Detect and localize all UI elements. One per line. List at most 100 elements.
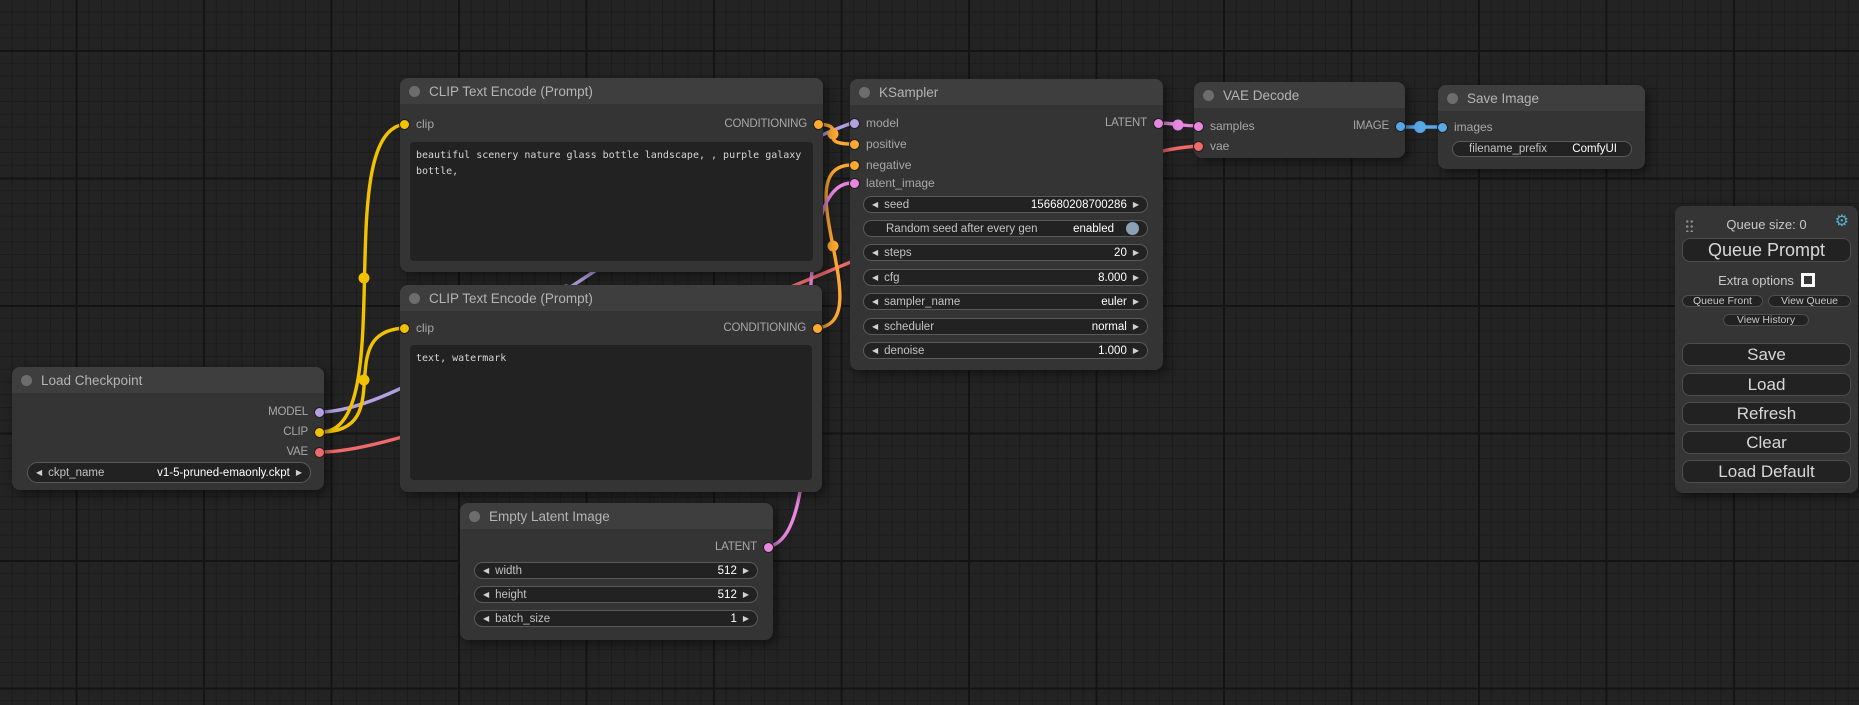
input-port-latent-image[interactable]	[849, 178, 860, 189]
collapse-dot-icon[interactable]	[469, 511, 480, 522]
increment-arrow-icon[interactable]: ▶	[743, 591, 749, 599]
load-default-button[interactable]: Load Default	[1682, 460, 1851, 483]
width-widget[interactable]: ◀ width 512 ▶	[474, 562, 758, 579]
node-vae-decode[interactable]: VAE Decode samples vae IMAGE	[1194, 82, 1405, 158]
input-port-vae[interactable]	[1193, 141, 1204, 152]
node-title: Load Checkpoint	[41, 373, 142, 388]
widget-value: normal	[1092, 321, 1127, 333]
output-port-conditioning[interactable]	[812, 323, 823, 334]
decrement-arrow-icon[interactable]: ◀	[483, 567, 489, 575]
widget-value: ComfyUI	[1572, 143, 1617, 155]
collapse-dot-icon[interactable]	[1447, 93, 1458, 104]
decrement-arrow-icon[interactable]: ◀	[872, 323, 878, 331]
node-load-checkpoint[interactable]: Load Checkpoint MODEL CLIP VAE ◀ ckpt_na…	[12, 367, 324, 490]
increment-arrow-icon[interactable]: ▶	[1133, 249, 1139, 257]
output-port-latent[interactable]	[1153, 118, 1164, 129]
collapse-dot-icon[interactable]	[859, 87, 870, 98]
scheduler-widget[interactable]: ◀ scheduler normal ▶	[863, 318, 1148, 335]
widget-value: 512	[718, 589, 737, 601]
collapse-dot-icon[interactable]	[409, 86, 420, 97]
widget-label: Random seed after every gen	[886, 223, 1038, 235]
input-port-model[interactable]	[849, 118, 860, 129]
node-title-bar[interactable]: Empty Latent Image	[460, 503, 773, 529]
steps-widget[interactable]: ◀ steps 20 ▶	[863, 244, 1148, 261]
widget-label: filename_prefix	[1469, 143, 1547, 155]
widget-label: ckpt_name	[48, 467, 104, 479]
load-button[interactable]: Load	[1682, 373, 1851, 396]
queue-front-button[interactable]: Queue Front	[1682, 295, 1763, 307]
decrement-arrow-icon[interactable]: ◀	[36, 469, 42, 477]
ckpt-name-widget[interactable]: ◀ ckpt_name v1-5-pruned-emaonly.ckpt ▶	[27, 462, 311, 483]
collapse-dot-icon[interactable]	[21, 375, 32, 386]
decrement-arrow-icon[interactable]: ◀	[483, 615, 489, 623]
queue-prompt-button[interactable]: Queue Prompt	[1682, 238, 1851, 262]
node-title-bar[interactable]: VAE Decode	[1194, 82, 1405, 108]
node-empty-latent-image[interactable]: Empty Latent Image LATENT ◀ width 512 ▶ …	[460, 503, 773, 640]
increment-arrow-icon[interactable]: ▶	[1133, 298, 1139, 306]
denoise-widget[interactable]: ◀ denoise 1.000 ▶	[863, 342, 1148, 359]
gear-icon[interactable]: ⚙	[1835, 214, 1849, 230]
node-title-bar[interactable]: Save Image	[1438, 85, 1645, 111]
increment-arrow-icon[interactable]: ▶	[1133, 201, 1139, 209]
sampler-name-widget[interactable]: ◀ sampler_name euler ▶	[863, 293, 1148, 310]
prompt-textarea[interactable]: text, watermark	[410, 345, 812, 480]
decrement-arrow-icon[interactable]: ◀	[483, 591, 489, 599]
height-widget[interactable]: ◀ height 512 ▶	[474, 586, 758, 603]
output-port-model[interactable]	[314, 407, 325, 418]
input-port-clip[interactable]	[399, 119, 410, 130]
prompt-textarea[interactable]: beautiful scenery nature glass bottle la…	[410, 142, 813, 261]
decrement-arrow-icon[interactable]: ◀	[872, 298, 878, 306]
increment-arrow-icon[interactable]: ▶	[1133, 323, 1139, 331]
decrement-arrow-icon[interactable]: ◀	[872, 274, 878, 282]
decrement-arrow-icon[interactable]: ◀	[872, 249, 878, 257]
filename-prefix-widget[interactable]: filename_prefix ComfyUI	[1452, 141, 1632, 157]
node-clip-text-encode-positive[interactable]: CLIP Text Encode (Prompt) clip CONDITION…	[400, 78, 823, 272]
input-port-negative[interactable]	[849, 160, 860, 171]
input-port-samples[interactable]	[1193, 121, 1204, 132]
view-history-button[interactable]: View History	[1723, 314, 1809, 326]
increment-arrow-icon[interactable]: ▶	[743, 567, 749, 575]
extra-options-checkbox[interactable]	[1801, 273, 1815, 287]
seed-widget[interactable]: ◀ seed 156680208700286 ▶	[863, 196, 1148, 213]
output-label-model: MODEL	[268, 406, 308, 418]
decrement-arrow-icon[interactable]: ◀	[872, 201, 878, 209]
output-label-conditioning: CONDITIONING	[724, 118, 807, 130]
increment-arrow-icon[interactable]: ▶	[1133, 347, 1139, 355]
input-port-clip[interactable]	[399, 323, 410, 334]
increment-arrow-icon[interactable]: ▶	[296, 469, 302, 477]
batch-size-widget[interactable]: ◀ batch_size 1 ▶	[474, 610, 758, 627]
input-label-negative: negative	[866, 158, 911, 172]
decrement-arrow-icon[interactable]: ◀	[872, 347, 878, 355]
toggle-circle-icon[interactable]	[1126, 222, 1139, 235]
widget-label: cfg	[884, 272, 899, 284]
output-port-vae[interactable]	[314, 447, 325, 458]
clear-button[interactable]: Clear	[1682, 431, 1851, 454]
input-label-samples: samples	[1210, 119, 1255, 133]
save-button[interactable]: Save	[1682, 343, 1851, 366]
input-label-positive: positive	[866, 137, 907, 151]
output-port-clip[interactable]	[314, 427, 325, 438]
output-port-conditioning[interactable]	[813, 119, 824, 130]
increment-arrow-icon[interactable]: ▶	[1133, 274, 1139, 282]
collapse-dot-icon[interactable]	[1203, 90, 1214, 101]
cfg-widget[interactable]: ◀ cfg 8.000 ▶	[863, 269, 1148, 286]
output-label-latent: LATENT	[1105, 117, 1147, 129]
node-ksampler[interactable]: KSampler model positive negative latent_…	[850, 79, 1163, 370]
input-port-images[interactable]	[1437, 122, 1448, 133]
output-port-image[interactable]	[1395, 121, 1406, 132]
input-port-positive[interactable]	[849, 139, 860, 150]
input-label-clip: clip	[416, 117, 434, 131]
output-port-latent[interactable]	[763, 542, 774, 553]
node-save-image[interactable]: Save Image images filename_prefix ComfyU…	[1438, 85, 1645, 169]
node-title-bar[interactable]: KSampler	[850, 79, 1163, 105]
increment-arrow-icon[interactable]: ▶	[743, 615, 749, 623]
node-clip-text-encode-negative[interactable]: CLIP Text Encode (Prompt) clip CONDITION…	[400, 285, 822, 492]
refresh-button[interactable]: Refresh	[1682, 402, 1851, 425]
random-seed-toggle-widget[interactable]: Random seed after every gen enabled	[863, 220, 1148, 237]
node-title: CLIP Text Encode (Prompt)	[429, 291, 593, 306]
node-title-bar[interactable]: CLIP Text Encode (Prompt)	[400, 78, 823, 104]
node-title-bar[interactable]: Load Checkpoint	[12, 367, 324, 393]
collapse-dot-icon[interactable]	[409, 293, 420, 304]
view-queue-button[interactable]: View Queue	[1768, 295, 1851, 307]
node-title-bar[interactable]: CLIP Text Encode (Prompt)	[400, 285, 822, 311]
